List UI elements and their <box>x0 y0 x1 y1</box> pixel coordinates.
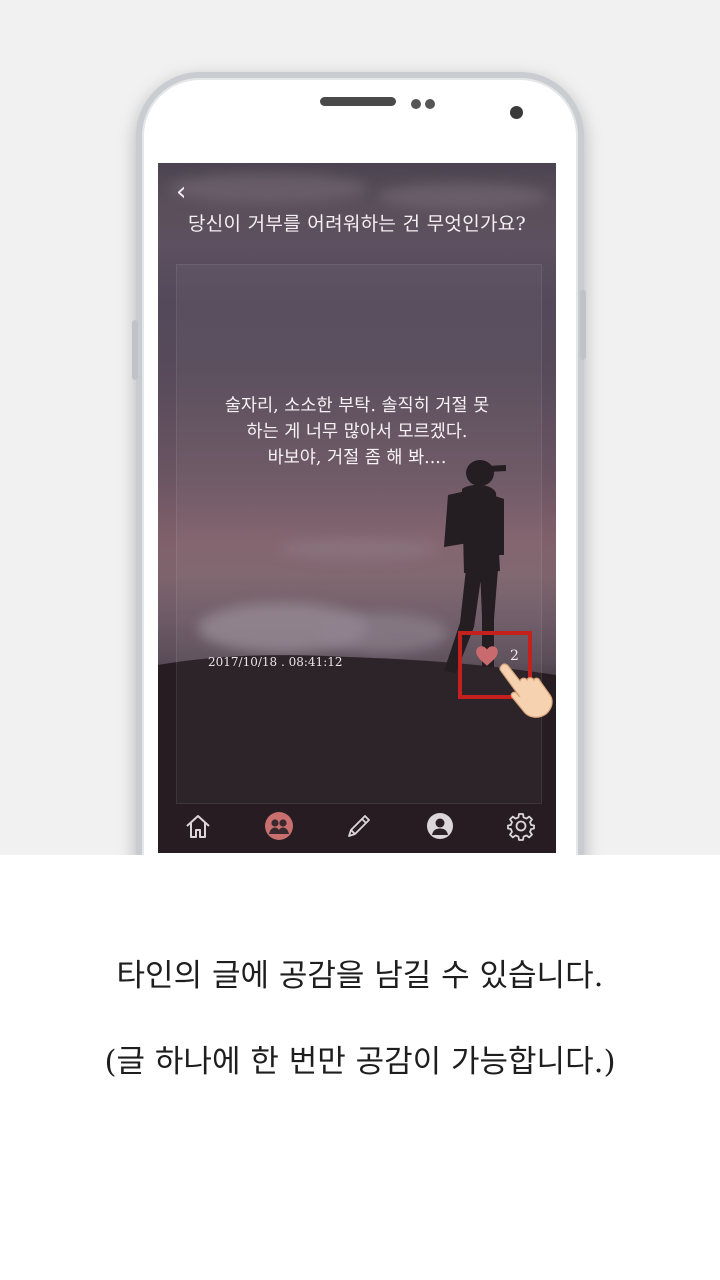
caption-line-2: (글 하나에 한 번만 공감이 가능합니다.) <box>104 1044 616 1080</box>
phone-side-button <box>132 320 138 380</box>
pointing-hand-icon <box>499 663 553 718</box>
post-body-line: 술자리, 소소한 부탁. 솔직히 거절 못 <box>224 396 490 416</box>
phone-sensor <box>425 99 435 109</box>
post-timestamp: 2017/10/18 . 08:41:12 <box>208 655 343 669</box>
tab-profile[interactable] <box>425 811 455 841</box>
post-card <box>176 264 542 804</box>
promo-backdrop: ‹ 당신이 거부를 어려워하는 건 무엇인가요? 술자리, 소소한 부탁. 솔직… <box>0 0 720 855</box>
community-icon <box>265 812 293 840</box>
phone-side-button <box>580 290 586 360</box>
question-title: 당신이 거부를 어려워하는 건 무엇인가요? <box>187 213 527 235</box>
caption-line-1: 타인의 글에 공감을 남길 수 있습니다. <box>116 958 604 994</box>
phone-camera <box>510 106 523 119</box>
gear-icon <box>507 813 535 841</box>
post-body-line: 하는 게 너무 많아서 모르겠다. <box>246 422 468 442</box>
post-body-line: 바보야, 거절 좀 해 봐.... <box>267 448 447 468</box>
tab-write[interactable] <box>344 811 374 841</box>
tab-community[interactable] <box>264 811 294 841</box>
home-icon <box>186 815 210 838</box>
sky-cloud <box>378 183 548 209</box>
bottom-tab-bar <box>158 803 556 853</box>
pencil-icon <box>348 815 370 837</box>
phone-sensor <box>411 99 421 109</box>
chevron-left-icon[interactable]: ‹ <box>176 177 200 207</box>
tab-home[interactable] <box>183 811 213 841</box>
app-screen: ‹ 당신이 거부를 어려워하는 건 무엇인가요? 술자리, 소소한 부탁. 솔직… <box>158 163 556 853</box>
profile-icon <box>427 813 453 839</box>
phone-speaker <box>320 97 396 106</box>
tab-settings[interactable] <box>506 811 536 841</box>
post-body: 술자리, 소소한 부탁. 솔직히 거절 못 하는 게 너무 많아서 모르겠다. … <box>188 393 526 471</box>
